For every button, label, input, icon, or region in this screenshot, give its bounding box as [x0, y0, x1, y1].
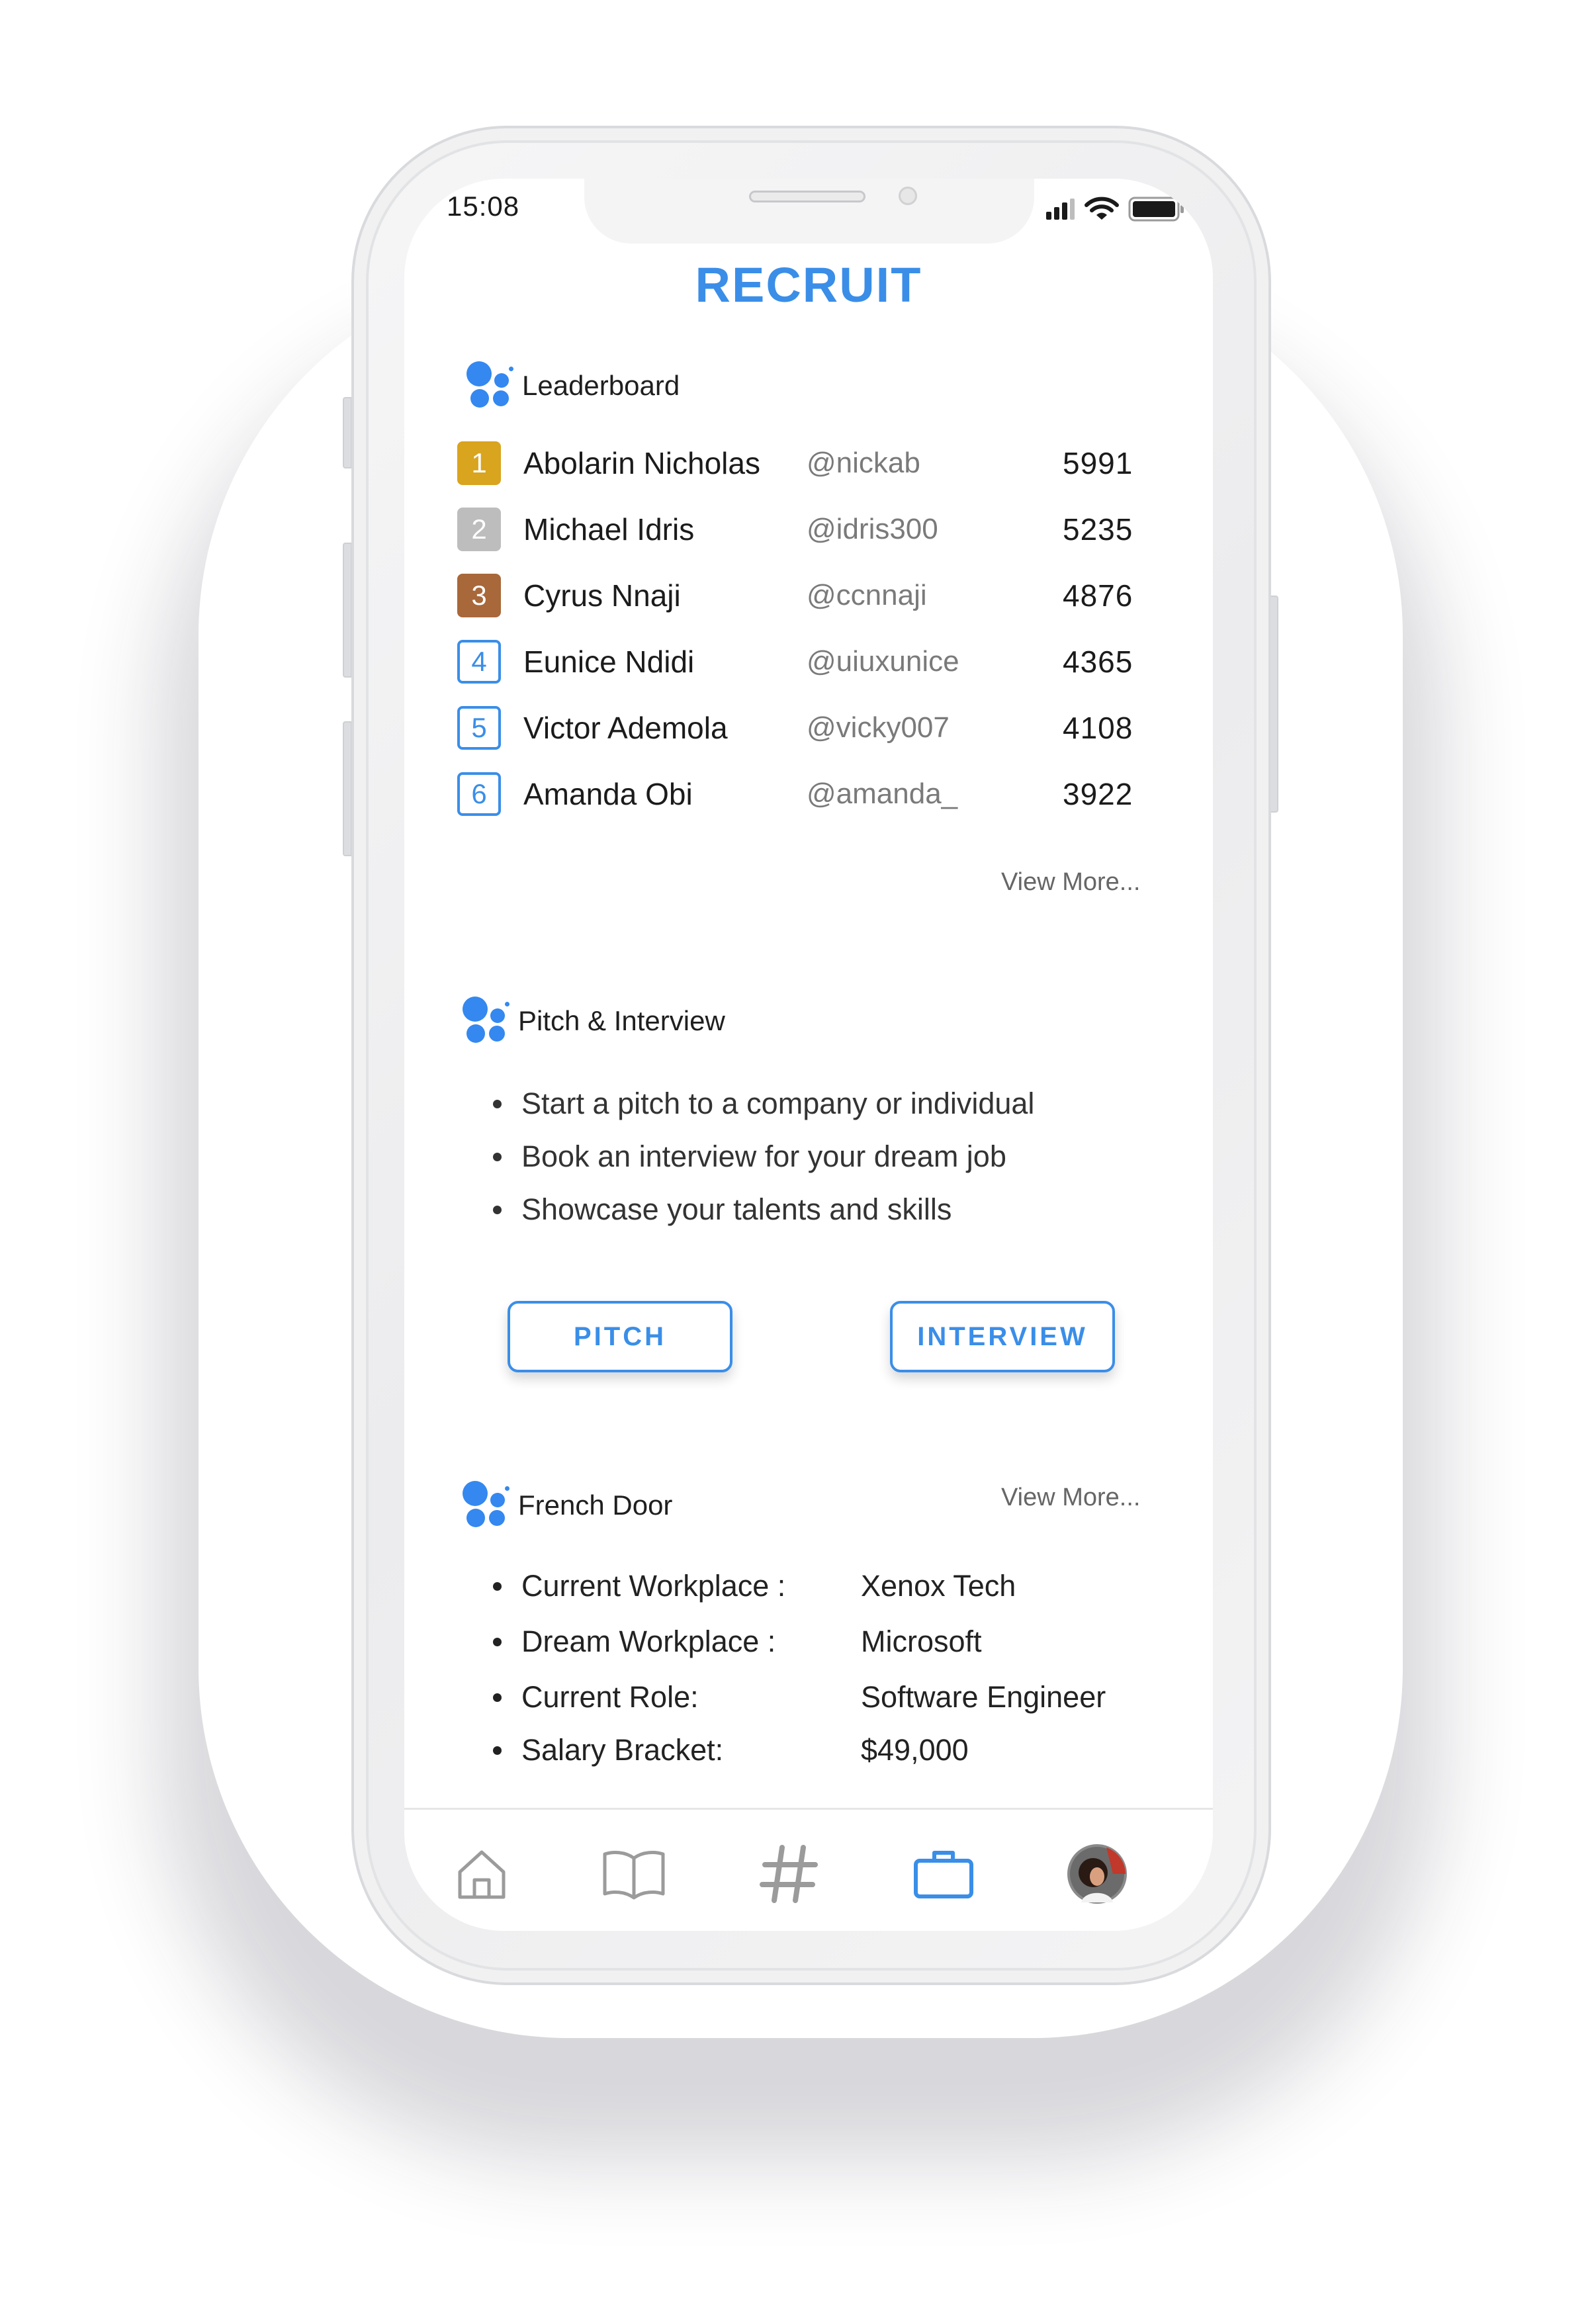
french-door-row: Current Role: Software Engineer: [493, 1674, 1155, 1720]
leaderboard-score: 4108: [1063, 711, 1133, 745]
front-camera: [899, 187, 917, 205]
notch: [584, 179, 1034, 244]
tab-profile[interactable]: [1061, 1838, 1133, 1910]
rank-badge: 4: [457, 640, 501, 684]
status-time: 15:08: [447, 191, 520, 222]
leaderboard-score: 5235: [1063, 512, 1133, 547]
tab-recruit[interactable]: [907, 1838, 980, 1910]
leaderboard-row[interactable]: 2 Michael Idris @idris300 5235: [457, 504, 1159, 555]
status-icons: [1045, 196, 1185, 222]
french-door-value: Xenox Tech: [861, 1569, 1016, 1603]
leaderboard-handle: @uiuxunice: [807, 645, 959, 678]
leaderboard-name: Cyrus Nnaji: [523, 578, 681, 613]
phone-screen: 15:08 RECRUIT Leaderboard 1 Abolarin Nic…: [404, 179, 1213, 1931]
leaderboard-handle: @amanda_: [807, 778, 958, 810]
battery-icon: [1128, 197, 1184, 222]
french-door-row: Dream Workplace : Microsoft: [493, 1619, 1155, 1665]
french-door-title: French Door: [518, 1489, 673, 1521]
sections-dots-icon: [461, 1480, 510, 1531]
wifi-icon: [1085, 197, 1119, 220]
leaderboard-handle: @idris300: [807, 513, 938, 545]
leaderboard-name: Victor Ademola: [523, 711, 728, 745]
page-title: RECRUIT: [695, 257, 922, 312]
rank-badge: 2: [457, 508, 501, 551]
pitch-bullet: Start a pitch to a company or individual: [493, 1087, 1034, 1121]
rank-badge: 1: [457, 441, 501, 485]
rank-badge: 3: [457, 574, 501, 617]
rank-badge: 5: [457, 706, 501, 750]
book-icon: [603, 1851, 665, 1900]
mute-switch: [343, 397, 352, 468]
french-door-header: French Door: [461, 1480, 672, 1531]
pitch-button[interactable]: PITCH: [508, 1301, 732, 1372]
leaderboard-row[interactable]: 5 Victor Ademola @vicky007 4108: [457, 703, 1159, 753]
french-door-label: Dream Workplace :: [521, 1624, 776, 1658]
sections-dots-icon: [461, 995, 510, 1047]
french-door-view-more-link[interactable]: View More...: [1001, 1484, 1140, 1512]
leaderboard-handle: @nickab: [807, 447, 920, 479]
leaderboard-name: Eunice Ndidi: [523, 645, 695, 679]
briefcase-icon: [914, 1851, 973, 1898]
leaderboard-handle: @vicky007: [807, 711, 950, 744]
signal-icon: [1046, 199, 1075, 220]
tab-learn[interactable]: [598, 1838, 670, 1910]
leaderboard-score: 5991: [1063, 446, 1133, 480]
french-door-label: Current Workplace :: [521, 1569, 786, 1603]
leaderboard-score: 3922: [1063, 777, 1133, 811]
avatar: [1067, 1844, 1127, 1904]
french-door-value: Software Engineer: [861, 1680, 1106, 1714]
pitch-header: Pitch & Interview: [461, 995, 725, 1047]
volume-down-button: [343, 721, 352, 856]
leaderboard-header: Leaderboard: [465, 360, 680, 412]
leaderboard-row[interactable]: 6 Amanda Obi @amanda_ 3922: [457, 769, 1159, 819]
hashtag-icon: [760, 1845, 818, 1903]
pitch-bullet: Book an interview for your dream job: [493, 1139, 1006, 1174]
leaderboard-row[interactable]: 4 Eunice Ndidi @uiuxunice 4365: [457, 637, 1159, 687]
leaderboard-view-more-link[interactable]: View More...: [1001, 868, 1140, 897]
tab-home[interactable]: [445, 1838, 518, 1910]
leaderboard-name: Michael Idris: [523, 512, 695, 547]
leaderboard-title: Leaderboard: [522, 370, 680, 401]
leaderboard-name: Abolarin Nicholas: [523, 446, 760, 480]
interview-button[interactable]: INTERVIEW: [890, 1301, 1115, 1372]
french-door-row: Current Workplace : Xenox Tech: [493, 1563, 1155, 1609]
french-door-label: Salary Bracket:: [521, 1733, 724, 1767]
leaderboard-score: 4365: [1063, 645, 1133, 679]
leaderboard-handle: @ccnnaji: [807, 579, 927, 611]
leaderboard-row[interactable]: 3 Cyrus Nnaji @ccnnaji 4876: [457, 570, 1159, 621]
leaderboard-name: Amanda Obi: [523, 777, 693, 811]
pitch-bullet: Showcase your talents and skills: [493, 1192, 952, 1227]
french-door-row: Salary Bracket: $49,000: [493, 1727, 1155, 1773]
french-door-value: $49,000: [861, 1733, 969, 1767]
french-door-value: Microsoft: [861, 1624, 982, 1658]
speaker-grille: [749, 191, 865, 202]
tab-hashtag[interactable]: [752, 1838, 825, 1910]
volume-up-button: [343, 543, 352, 678]
pitch-title: Pitch & Interview: [518, 1005, 725, 1036]
french-door-label: Current Role:: [521, 1680, 699, 1714]
leaderboard-row[interactable]: 1 Abolarin Nicholas @nickab 5991: [457, 438, 1159, 488]
rank-badge: 6: [457, 772, 501, 816]
leaderboard-score: 4876: [1063, 578, 1133, 613]
bottom-tab-bar: [404, 1808, 1213, 1931]
sections-dots-icon: [465, 360, 514, 412]
home-icon: [458, 1850, 506, 1899]
